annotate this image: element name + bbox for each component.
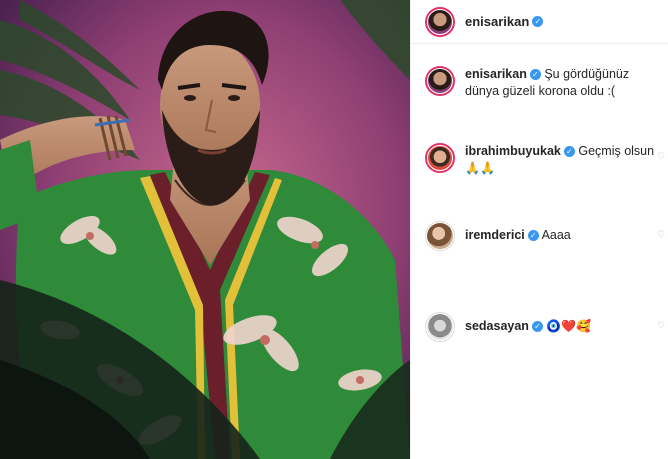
avatar[interactable] [425, 143, 455, 173]
comments-panel: enisarikan ✓ enisarikan ✓ Şu gördüğünüz d… [410, 0, 668, 459]
verified-badge-icon: ✓ [532, 16, 544, 27]
comment-item: ibrahimbuyukak ✓ Geçmiş olsun 🙏🙏 ♡ [425, 143, 665, 177]
verified-badge-icon: ✓ [527, 230, 539, 241]
comment-body: Geçmiş olsun [578, 144, 655, 158]
comment-body: Aaaa [541, 228, 571, 242]
heart-outline-icon[interactable]: ♡ [657, 320, 665, 330]
man-portrait-illustration [0, 0, 410, 459]
comment-username[interactable]: ibrahimbuyukak [465, 144, 561, 158]
comment-item: sedasayan ✓ 🧿❤️🥰 ♡ [425, 312, 665, 342]
comment-text: sedasayan ✓ 🧿❤️🥰 [465, 312, 655, 335]
comment-text: iremderici ✓ Aaaa [465, 221, 655, 244]
post-header: enisarikan ✓ [411, 0, 668, 44]
comment-username[interactable]: sedasayan [465, 319, 529, 333]
heart-outline-icon[interactable]: ♡ [657, 151, 665, 161]
avatar[interactable] [425, 221, 455, 251]
comment-text: enisarikan ✓ Şu gördüğünüz dünya güzeli k… [465, 66, 655, 100]
verified-badge-icon: ✓ [531, 321, 543, 332]
emoji-reaction: 🧿❤️🥰 [546, 319, 592, 333]
pray-emoji-icon: 🙏🙏 [465, 161, 495, 175]
avatar[interactable] [425, 6, 455, 37]
comment-username[interactable]: enisarikan [465, 67, 527, 81]
verified-badge-icon: ✓ [563, 146, 575, 157]
avatar[interactable] [425, 66, 455, 96]
comment-item: enisarikan ✓ Şu gördüğünüz dünya güzeli k… [425, 66, 665, 100]
post-username[interactable]: enisarikan [465, 14, 529, 29]
comment-username[interactable]: iremderici [465, 228, 525, 242]
verified-badge-icon: ✓ [529, 69, 541, 80]
comment-text: ibrahimbuyukak ✓ Geçmiş olsun 🙏🙏 [465, 143, 655, 177]
heart-outline-icon[interactable]: ♡ [657, 229, 665, 239]
avatar[interactable] [425, 312, 455, 342]
post-photo[interactable] [0, 0, 410, 459]
comment-item: iremderici ✓ Aaaa ♡ [425, 221, 665, 251]
